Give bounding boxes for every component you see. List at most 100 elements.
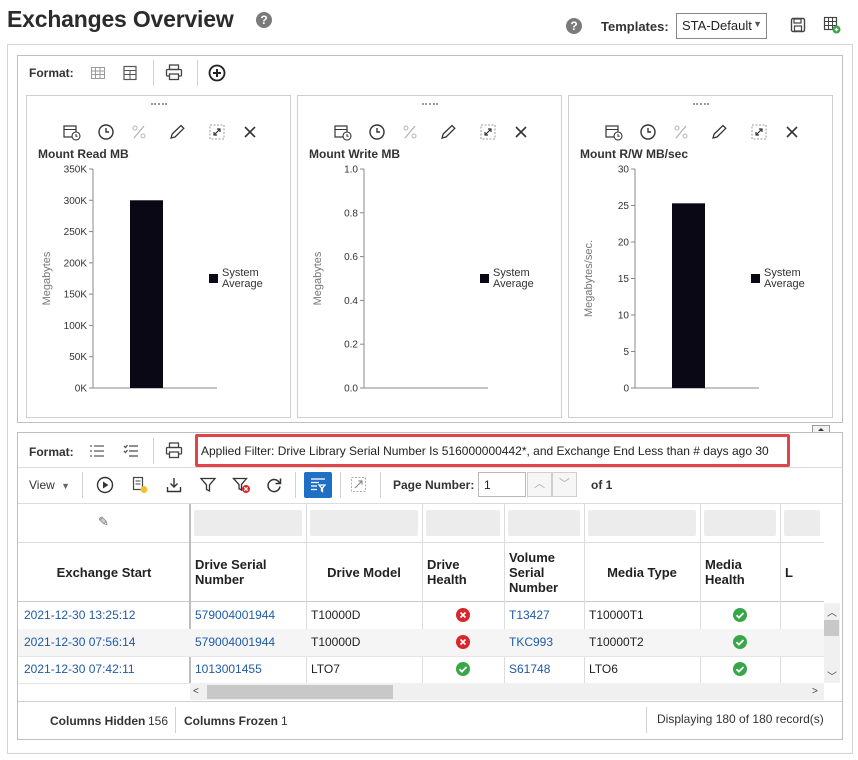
y-tick-label: 0.6	[344, 252, 358, 263]
page-number-input[interactable]: 1	[478, 472, 526, 497]
table-cell-exchange-start[interactable]: 2021-12-30 07:42:11	[24, 656, 188, 683]
templates-select[interactable]: STA-Default ▼	[676, 13, 767, 39]
column-filter-cell[interactable]	[784, 510, 820, 536]
column-header[interactable]: Media Type	[589, 542, 695, 602]
grid-line	[780, 504, 781, 684]
column-filter-cell[interactable]	[508, 510, 580, 536]
help-icon[interactable]: ?	[256, 12, 272, 28]
y-axis-title: Megabytes/sec.	[583, 240, 595, 317]
horizontal-scroll-thumb[interactable]	[207, 685, 393, 699]
y-tick-label: 0	[623, 384, 629, 395]
table-cell-drive-serial[interactable]: 1013001455	[195, 656, 303, 683]
chart-svg: 350K300K250K200K150K100K50K0KMegabytes Sy…	[41, 124, 263, 395]
maximize-icon[interactable]	[751, 124, 767, 140]
column-header[interactable]: Drive Health	[427, 542, 499, 602]
page-down-button[interactable]: ﹀	[552, 472, 577, 497]
column-header[interactable]: Drive Model	[311, 542, 417, 602]
clock-icon[interactable]	[640, 124, 656, 140]
checklist-format-icon[interactable]	[123, 443, 139, 459]
clear-filter-icon[interactable]	[232, 476, 251, 494]
filter-icon[interactable]	[199, 476, 217, 494]
close-icon[interactable]	[244, 126, 256, 138]
maximize-icon[interactable]	[480, 124, 496, 140]
play-icon[interactable]	[96, 476, 114, 494]
column-filter-cell[interactable]	[426, 510, 500, 536]
scroll-up-arrow[interactable]: ︿	[827, 604, 837, 619]
query-filter-button[interactable]	[304, 472, 332, 498]
close-icon[interactable]	[786, 126, 798, 138]
vertical-scroll-thumb[interactable]	[824, 620, 839, 636]
expand-table-icon[interactable]	[350, 476, 367, 493]
y-axis-title: Megabytes	[41, 251, 53, 305]
templates-help-icon[interactable]: ?	[566, 18, 582, 34]
toolbar-divider	[380, 472, 381, 498]
table-cell-volume-serial[interactable]: S61748	[509, 656, 581, 683]
y-tick-label: 15	[618, 274, 630, 285]
print-icon[interactable]	[165, 64, 183, 81]
column-filter-cell[interactable]	[194, 510, 302, 536]
column-header-label: Drive Model	[327, 564, 401, 580]
column-header[interactable]: Volume Serial Number	[509, 542, 579, 602]
page-up-button[interactable]: ︿	[527, 472, 552, 497]
table-cell-volume-serial[interactable]: T13427	[509, 602, 581, 629]
legend-swatch	[480, 274, 489, 283]
column-header[interactable]: Exchange Start	[23, 542, 185, 602]
charts-format-label: Format:	[29, 66, 74, 80]
calendar-clock-icon[interactable]	[605, 125, 623, 141]
column-header[interactable]: Drive Serial Number	[195, 542, 301, 602]
calculator-icon[interactable]	[122, 65, 138, 81]
y-tick-label: 0.0	[344, 384, 358, 395]
health-ok-icon	[733, 608, 747, 622]
footer-divider	[175, 707, 176, 733]
table-cell-drive-serial[interactable]: 579004001944	[195, 629, 303, 656]
percent-icon[interactable]	[132, 125, 146, 139]
edit-icon[interactable]	[170, 124, 185, 139]
clock-icon[interactable]	[369, 124, 385, 140]
edit-icon[interactable]	[441, 124, 456, 139]
scroll-left-arrow[interactable]: <	[193, 686, 199, 697]
scroll-down-arrow[interactable]: ﹀	[827, 668, 837, 683]
view-menu[interactable]: View ▼	[29, 478, 70, 492]
grid-format-icon[interactable]	[90, 65, 106, 81]
maximize-icon[interactable]	[209, 124, 225, 140]
columns-hidden-label: Columns Hidden	[50, 714, 146, 728]
column-filter-cell[interactable]	[310, 510, 418, 536]
percent-icon[interactable]	[403, 125, 417, 139]
clock-icon[interactable]	[98, 124, 114, 140]
export-grid-icon[interactable]	[823, 16, 841, 34]
chart-svg: 302520151050Megabytes/sec. SystemAverage	[583, 124, 805, 395]
bar-system-average[interactable]	[130, 200, 163, 388]
columns-frozen-value: 1	[281, 714, 288, 728]
table-cell-exchange-start[interactable]: 2021-12-30 13:25:12	[24, 602, 188, 629]
percent-icon[interactable]	[674, 125, 688, 139]
toolbar-divider	[197, 60, 198, 86]
calendar-clock-icon[interactable]	[63, 125, 81, 141]
toolbar-divider	[153, 438, 154, 464]
bar-system-average[interactable]	[672, 203, 705, 388]
edit-filter-icon[interactable]: ✎	[98, 514, 109, 530]
add-chart-icon[interactable]	[208, 64, 226, 82]
freeze-icon[interactable]	[131, 476, 149, 494]
refresh-icon[interactable]	[265, 476, 283, 494]
table-cell-exchange-start[interactable]: 2021-12-30 07:56:14	[24, 629, 188, 656]
column-filter-cell[interactable]	[588, 510, 696, 536]
edit-icon[interactable]	[712, 124, 727, 139]
column-header[interactable]: Media Health	[705, 542, 775, 602]
table-cell-drive-serial[interactable]: 579004001944	[195, 602, 303, 629]
save-icon[interactable]	[790, 17, 806, 33]
calendar-clock-icon[interactable]	[334, 125, 352, 141]
y-tick-label: 30	[618, 165, 630, 176]
download-icon[interactable]	[165, 476, 183, 494]
data-grid: ✎ Exchange Start Drive Serial Number Drive M…	[18, 504, 824, 684]
page-number-label: Page Number:	[393, 478, 475, 492]
table-cell-drive-model: T10000D	[311, 608, 361, 622]
toolbar-divider	[153, 60, 154, 86]
table-cell-volume-serial[interactable]: TKC993	[509, 629, 581, 656]
scroll-right-arrow[interactable]: >	[812, 686, 818, 697]
column-header-label: Volume	[509, 549, 555, 565]
column-header[interactable]: L	[785, 542, 819, 602]
column-filter-cell[interactable]	[704, 510, 776, 536]
list-format-icon[interactable]	[89, 443, 105, 459]
table-print-icon[interactable]	[165, 442, 183, 459]
close-icon[interactable]	[515, 126, 527, 138]
